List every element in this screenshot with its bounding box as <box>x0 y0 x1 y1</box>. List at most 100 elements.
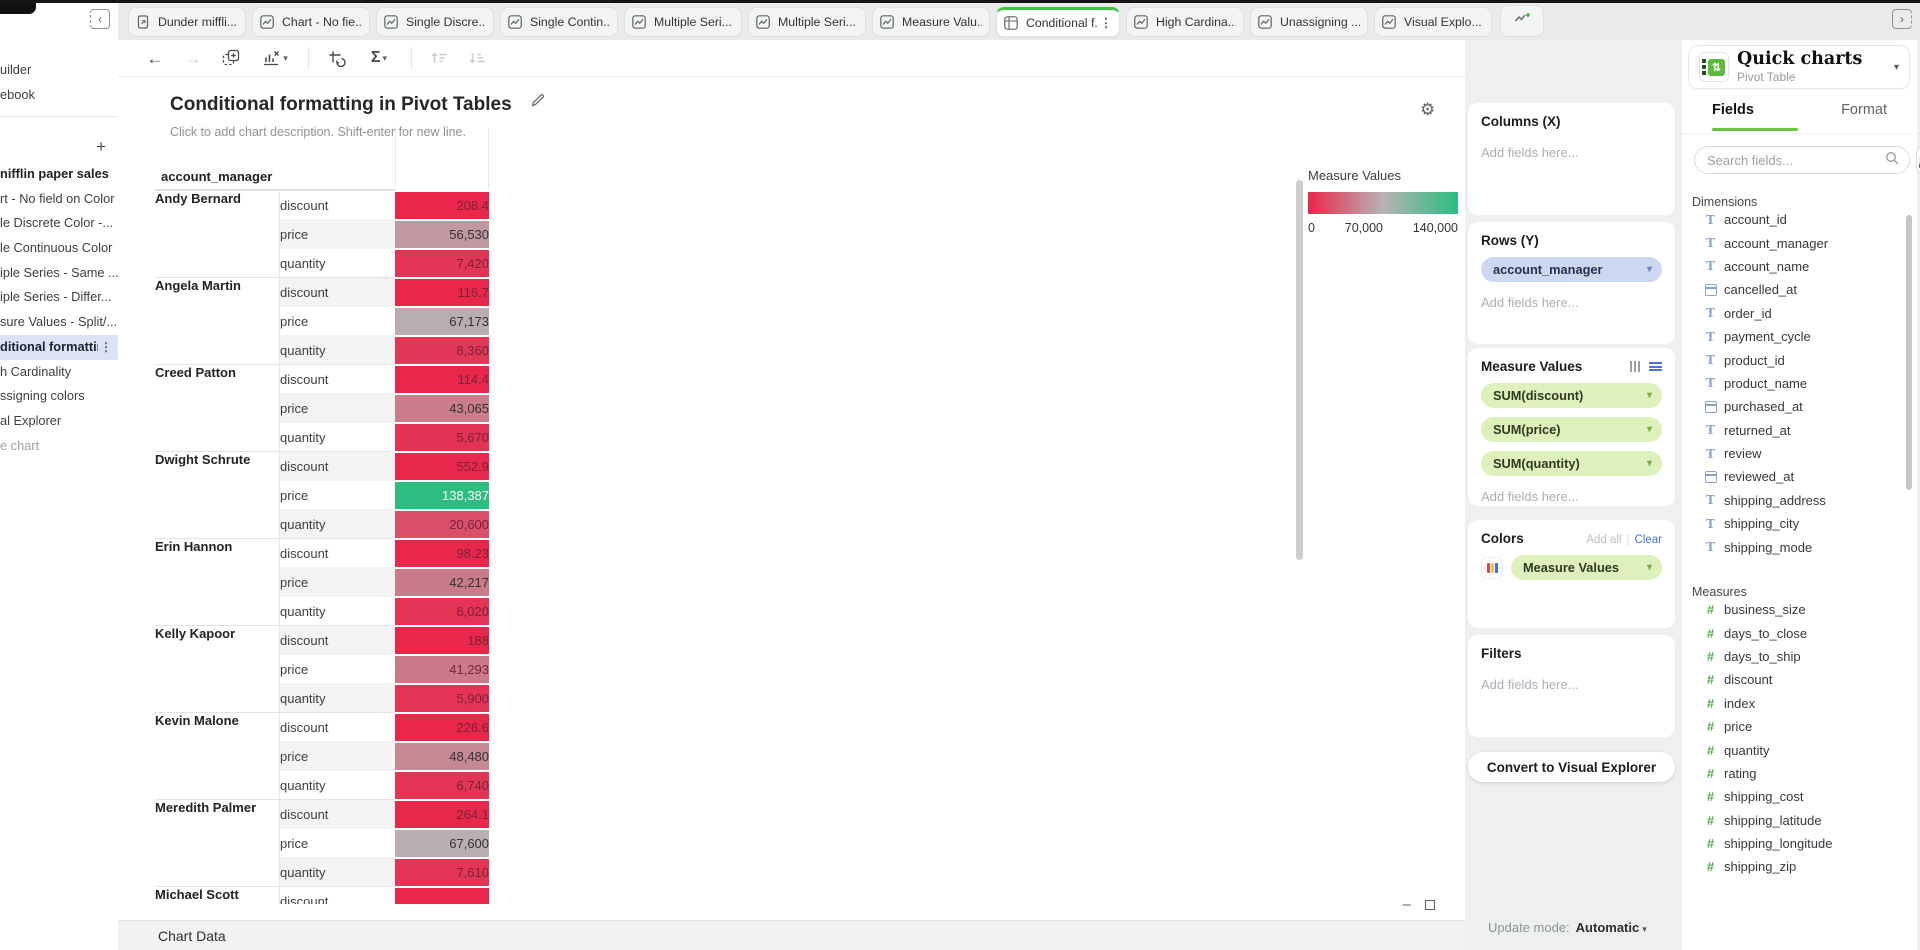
chevron-down-icon[interactable]: ▾ <box>1647 424 1652 435</box>
value-cell[interactable]: 98.23 <box>395 538 489 567</box>
field-item-days_to_ship[interactable]: #days_to_ship <box>1682 645 1917 668</box>
aggregate-icon[interactable]: Σ▾ <box>363 47 395 69</box>
value-cell[interactable]: 67,173 <box>395 306 489 335</box>
duplicate-chart-icon[interactable] <box>220 47 242 69</box>
sidebar-item[interactable]: ditional formattin...⋮ <box>0 335 118 360</box>
value-cell[interactable]: 114.4 <box>395 364 489 393</box>
colors-shelf[interactable]: Colors Add all|Clear Measure Values ▾ <box>1468 520 1675 628</box>
chevron-down-icon[interactable]: ▾ <box>1647 390 1652 401</box>
measure-pill[interactable]: SUM(quantity)▾ <box>1481 451 1662 476</box>
sidebar-item[interactable]: al Explorer <box>0 409 118 434</box>
value-cell[interactable]: 56,530 <box>395 219 489 248</box>
value-cell[interactable]: 116.7 <box>395 277 489 306</box>
field-item-shipping_zip[interactable]: #shipping_zip <box>1682 855 1917 878</box>
value-cell[interactable]: 8,360 <box>395 335 489 364</box>
value-cell[interactable]: 264.1 <box>395 799 489 828</box>
new-chart-button[interactable] <box>1500 5 1544 37</box>
value-cell[interactable]: 6,740 <box>395 770 489 799</box>
value-cell[interactable]: 41,293 <box>395 654 489 683</box>
sidebar-item-builder[interactable]: uilder <box>0 58 118 81</box>
value-cell[interactable]: 226.6 <box>395 712 489 741</box>
rows-field-pill[interactable]: account_manager ▾ <box>1481 257 1662 282</box>
fields-scrollbar[interactable] <box>1906 215 1912 490</box>
sidebar-item[interactable]: e chart <box>0 434 118 459</box>
measure-pill[interactable]: SUM(discount)▾ <box>1481 383 1662 408</box>
value-cell[interactable]: 208.4 <box>395 190 489 219</box>
collapse-sidebar-icon[interactable]: ‹ <box>90 9 110 29</box>
colors-field-pill[interactable]: Measure Values ▾ <box>1511 555 1662 580</box>
tab-dunder-miffli[interactable]: Dunder miffli... <box>128 7 246 37</box>
value-cell[interactable]: 48,480 <box>395 741 489 770</box>
sidebar-item[interactable]: le Continuous Color <box>0 236 118 261</box>
field-item-account_name[interactable]: Taccount_name <box>1682 255 1917 278</box>
tab-unassigning[interactable]: Unassigning ... <box>1250 7 1368 37</box>
expand-panel-icon[interactable]: › <box>1892 9 1912 29</box>
sort-ascending-icon[interactable] <box>428 47 450 69</box>
field-item-purchased_at[interactable]: purchased_at <box>1682 395 1917 418</box>
add-all-link[interactable]: Add all <box>1586 534 1621 546</box>
field-item-shipping_cost[interactable]: #shipping_cost <box>1682 785 1917 808</box>
field-item-product_id[interactable]: Tproduct_id <box>1682 348 1917 371</box>
sort-descending-icon[interactable] <box>466 47 488 69</box>
chevron-down-icon[interactable]: ▾ <box>1894 62 1899 73</box>
field-item-price[interactable]: #price <box>1682 715 1917 738</box>
update-mode-value[interactable]: Automatic <box>1576 920 1640 935</box>
value-cell[interactable]: 42,217 <box>395 567 489 596</box>
search-fields-box[interactable] <box>1694 146 1910 174</box>
value-cell[interactable]: 7,610 <box>395 857 489 886</box>
tab-high-cardina[interactable]: High Cardina... <box>1126 7 1244 37</box>
value-cell[interactable]: 20,600 <box>395 509 489 538</box>
sidebar-item[interactable]: rt - No field on Color <box>0 187 118 212</box>
expand-chart-data-icon[interactable] <box>1425 900 1435 910</box>
field-item-shipping_mode[interactable]: Tshipping_mode <box>1682 535 1917 558</box>
field-item-shipping_latitude[interactable]: #shipping_latitude <box>1682 809 1917 832</box>
field-item-account_manager[interactable]: Taccount_manager <box>1682 231 1917 254</box>
redo-icon[interactable]: → <box>182 47 204 69</box>
tab-menu-icon[interactable]: ⋮ <box>1100 16 1112 30</box>
columns-layout-icon[interactable] <box>1630 361 1641 372</box>
field-item-review[interactable]: Treview <box>1682 442 1917 465</box>
swap-axes-icon[interactable] <box>325 47 347 69</box>
field-item-index[interactable]: #index <box>1682 692 1917 715</box>
rows-shelf[interactable]: Rows (Y) account_manager ▾ Add fields he… <box>1468 222 1675 344</box>
tab-visual-explo[interactable]: Visual Explo... <box>1374 7 1492 37</box>
chevron-down-icon[interactable]: ▾ <box>1647 264 1652 275</box>
clear-link[interactable]: Clear <box>1635 534 1662 546</box>
sidebar-item[interactable]: iple Series - Same ... <box>0 261 118 286</box>
value-cell[interactable]: 67,600 <box>395 828 489 857</box>
sidebar-item[interactable]: nifflin paper sales <box>0 162 118 187</box>
field-item-account_id[interactable]: Taccount_id <box>1682 208 1917 231</box>
tab-conditional-f[interactable]: Conditional f...⋮ <box>996 7 1120 37</box>
value-cell[interactable]: 43,065 <box>395 393 489 422</box>
value-cell[interactable]: 6,020 <box>395 596 489 625</box>
chart-title[interactable]: Conditional formatting in Pivot Tables <box>170 94 512 116</box>
field-item-returned_at[interactable]: Treturned_at <box>1682 419 1917 442</box>
item-menu-icon[interactable]: ⋮ <box>100 335 112 360</box>
field-item-discount[interactable]: #discount <box>1682 668 1917 691</box>
filters-shelf[interactable]: Filters Add fields here... <box>1468 635 1675 737</box>
value-cell[interactable]: 7,420 <box>395 248 489 277</box>
field-item-product_name[interactable]: Tproduct_name <box>1682 372 1917 395</box>
field-item-order_id[interactable]: Torder_id <box>1682 302 1917 325</box>
tab-single-contin[interactable]: Single Contin... <box>500 7 618 37</box>
sidebar-item[interactable]: iple Series - Differ... <box>0 285 118 310</box>
field-item-shipping_city[interactable]: Tshipping_city <box>1682 512 1917 535</box>
rows-layout-icon[interactable] <box>1649 360 1662 372</box>
add-chart-button[interactable]: + <box>96 138 106 155</box>
field-item-business_size[interactable]: #business_size <box>1682 598 1917 621</box>
field-item-shipping_address[interactable]: Tshipping_address <box>1682 489 1917 512</box>
field-item-days_to_close[interactable]: #days_to_close <box>1682 621 1917 644</box>
chart-data-bar[interactable]: Chart Data <box>118 920 1465 950</box>
field-item-reviewed_at[interactable]: reviewed_at <box>1682 465 1917 488</box>
sidebar-item[interactable]: ssigning colors <box>0 384 118 409</box>
field-item-cancelled_at[interactable]: cancelled_at <box>1682 278 1917 301</box>
value-cell[interactable]: 5,900 <box>395 683 489 712</box>
sidebar-item-notebook[interactable]: ebook <box>0 83 118 106</box>
value-cell[interactable]: 5,670 <box>395 422 489 451</box>
value-cell[interactable] <box>395 886 489 904</box>
value-cell[interactable]: 138,387 <box>395 480 489 509</box>
value-cell[interactable]: 188 <box>395 625 489 654</box>
value-cell[interactable]: 552.9 <box>395 451 489 480</box>
field-item-payment_cycle[interactable]: Tpayment_cycle <box>1682 325 1917 348</box>
tab-fields[interactable]: Fields <box>1712 102 1754 118</box>
